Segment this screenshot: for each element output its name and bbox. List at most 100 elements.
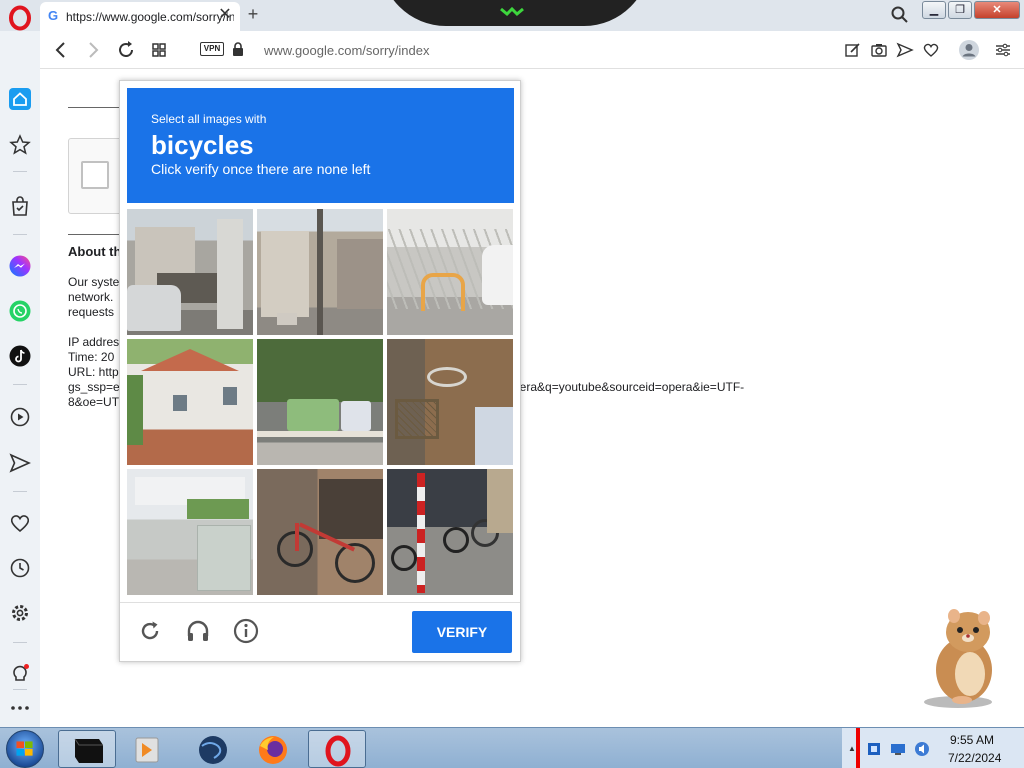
windows-logo-icon: [16, 741, 33, 756]
challenge-hint: Click verify once there are none left: [151, 161, 371, 177]
reload-icon[interactable]: [115, 39, 137, 61]
tray-app-icon[interactable]: [866, 741, 882, 757]
star-icon[interactable]: [8, 133, 32, 157]
media-player-app-icon: [135, 737, 159, 763]
network-indicator-icon: [500, 6, 524, 17]
image-grid: [127, 209, 514, 595]
lightbulb-icon[interactable]: [8, 662, 32, 686]
new-tab-button[interactable]: +: [244, 4, 262, 24]
whatsapp-icon[interactable]: [8, 299, 32, 323]
sidebar-divider: [13, 689, 27, 690]
minimize-button[interactable]: ▁: [922, 1, 946, 19]
page-rule-mid: [68, 234, 120, 235]
edit-icon[interactable]: [844, 41, 862, 59]
home-icon[interactable]: [8, 87, 32, 111]
close-window-button[interactable]: ✕: [974, 1, 1020, 19]
maximize-button[interactable]: ❐: [948, 1, 972, 19]
tab-strip: G https://www.google.com/sorry/index ✕ +…: [0, 0, 1024, 31]
vpn-badge[interactable]: VPN: [200, 42, 224, 56]
page-text-line: URL: http: [68, 365, 119, 379]
start-button[interactable]: [6, 730, 44, 768]
media-player-app[interactable]: [118, 730, 176, 768]
url-field[interactable]: www.google.com/sorry/index: [264, 43, 429, 58]
terminal-app-icon: [74, 738, 103, 763]
page-text-line: Time: 20: [68, 350, 115, 364]
easy-setup-icon[interactable]: [994, 41, 1012, 59]
send-icon[interactable]: [8, 451, 32, 475]
page-rule-top: [68, 107, 120, 108]
send-icon[interactable]: [896, 41, 914, 59]
sidebar: [0, 31, 40, 727]
player-icon[interactable]: [8, 405, 32, 429]
opera-app[interactable]: [308, 730, 366, 768]
image-tile[interactable]: [257, 339, 383, 465]
firefox-app[interactable]: [244, 730, 302, 768]
image-tile[interactable]: [127, 209, 253, 335]
page-text-line: gs_ssp=e: [68, 380, 120, 394]
sidebar-divider: [13, 642, 27, 643]
more-icon[interactable]: [8, 696, 32, 720]
challenge-footer-divider: [120, 602, 520, 603]
recaptcha-checkbox[interactable]: [81, 161, 109, 189]
tabs-grid-icon[interactable]: [148, 39, 170, 61]
image-tile[interactable]: [387, 209, 513, 335]
verify-button[interactable]: VERIFY: [412, 611, 512, 653]
page-url-tail: pera&q=youtube&sourceid=opera&ie=UTF-: [513, 380, 745, 394]
info-icon[interactable]: [233, 618, 259, 644]
page-text-line: IP addres: [68, 335, 120, 349]
terminal-app[interactable]: [58, 730, 116, 768]
back-icon[interactable]: [50, 39, 72, 61]
globe-app-icon: [199, 736, 227, 764]
network-icon[interactable]: [890, 741, 906, 757]
challenge-instruction: Select all images with: [151, 112, 267, 126]
tray-red-bar: [856, 728, 860, 768]
sidebar-divider: [13, 491, 27, 492]
globe-app[interactable]: [184, 730, 242, 768]
image-tile[interactable]: [127, 339, 253, 465]
tiktok-icon[interactable]: [8, 344, 32, 368]
sidebar-divider: [13, 384, 27, 385]
avatar-icon[interactable]: [958, 39, 980, 61]
history-icon[interactable]: [8, 556, 32, 580]
volume-icon[interactable]: [914, 741, 930, 757]
clock-date[interactable]: 7/22/2024: [948, 751, 1001, 765]
image-tile[interactable]: [387, 469, 513, 595]
challenge-target: bicycles: [151, 130, 254, 160]
opera-logo-icon[interactable]: [6, 4, 34, 32]
lock-icon[interactable]: [232, 42, 244, 56]
forward-icon[interactable]: [82, 39, 104, 61]
tab-title: https://www.google.com/sorry/index: [66, 10, 234, 24]
clock-time[interactable]: 9:55 AM: [950, 733, 994, 747]
camera-icon[interactable]: [870, 41, 888, 59]
messenger-icon[interactable]: [8, 254, 32, 278]
tab-google-sorry[interactable]: G https://www.google.com/sorry/index ✕: [40, 2, 240, 31]
image-tile[interactable]: [387, 339, 513, 465]
taskbar: ▲: [0, 727, 1024, 768]
firefox-app-icon: [259, 736, 287, 764]
reload-challenge-icon[interactable]: [137, 618, 163, 644]
challenge-header: Select all images with bicycles Click ve…: [127, 88, 514, 203]
page-text-line: Our syste: [68, 275, 120, 289]
image-tile[interactable]: [257, 209, 383, 335]
image-tile[interactable]: [127, 469, 253, 595]
settings-icon[interactable]: [8, 601, 32, 625]
heart-icon[interactable]: [922, 41, 940, 59]
window-controls: ▁ ❐ ✕: [922, 1, 1022, 20]
image-tile[interactable]: [257, 469, 383, 595]
audio-challenge-icon[interactable]: [185, 618, 211, 644]
show-hidden-icons-icon[interactable]: ▲: [848, 744, 856, 753]
google-favicon-icon: G: [48, 8, 59, 23]
about-heading: About th: [68, 244, 122, 259]
page-text-line: requests: [68, 305, 115, 319]
page-text-line: network.: [68, 290, 114, 304]
address-bar: VPN www.google.com/sorry/index: [40, 31, 1024, 69]
page-text-line: 8&oe=UT: [68, 395, 120, 409]
hamster-desktop-pet[interactable]: [918, 602, 1010, 710]
sidebar-divider: [13, 171, 27, 172]
tab-close-icon[interactable]: ✕: [216, 6, 234, 24]
shopping-bag-icon[interactable]: [8, 194, 32, 218]
recaptcha-challenge: Select all images with bicycles Click ve…: [119, 80, 521, 662]
sidebar-divider: [13, 234, 27, 235]
tab-search-icon[interactable]: [890, 5, 910, 25]
heart-icon[interactable]: [8, 511, 32, 535]
